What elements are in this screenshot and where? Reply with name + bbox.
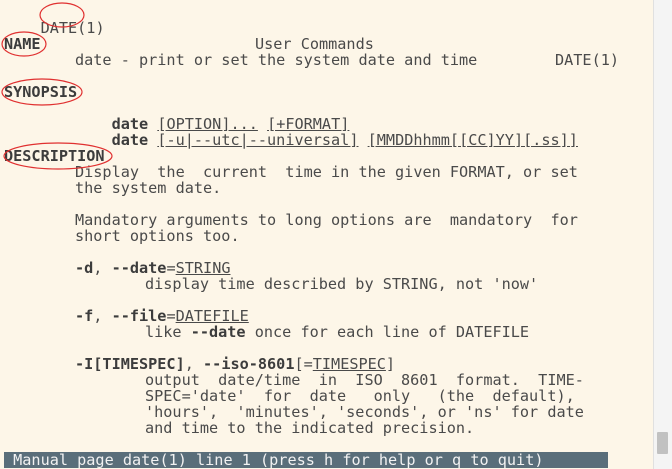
- option-iso-8601: -I[TIMESPEC], --iso-8601[=TIMESPEC]: [75, 356, 395, 372]
- option-description: 'hours', 'minutes', 'seconds', or 'ns' f…: [145, 403, 584, 421]
- option-file: -f, --file=DATEFILE: [75, 308, 249, 324]
- option-separator: ,: [93, 307, 112, 325]
- header-left: DATE(1): [40, 19, 105, 37]
- option-flag: -d: [75, 259, 94, 277]
- synopsis-line-2: date [-u|--utc|--universal] [MMDDhhmm[[C…: [75, 116, 578, 148]
- header-right: DATE(1): [555, 51, 620, 69]
- synopsis-utc-option: [-u|--utc|--universal]: [157, 131, 359, 149]
- name-text: date - print or set the system date and …: [75, 51, 478, 69]
- description-text: Display the current time in the given FO…: [75, 163, 578, 181]
- description-text: Mandatory arguments to long options are …: [75, 211, 578, 229]
- option-description: output date/time in ISO 8601 format. TIM…: [145, 371, 584, 389]
- option-desc-flag: --date: [190, 323, 246, 341]
- synopsis-datetime-arg: [MMDDhhmm[[CC]YY][.ss]]: [367, 131, 578, 149]
- option-description: and time to the indicated precision.: [145, 419, 475, 437]
- option-desc-part: once for each line of DATEFILE: [245, 323, 530, 341]
- description-text: short options too.: [75, 227, 240, 245]
- header-line: DATE(1) User Commands DATE(1): [4, 4, 624, 68]
- description-heading: DESCRIPTION: [4, 147, 105, 165]
- name-heading: NAME: [4, 35, 41, 53]
- option-date: -d, --date=STRING: [75, 260, 231, 276]
- vertical-scrollbar[interactable]: [653, 0, 672, 469]
- option-description: like --date once for each line of DATEFI…: [145, 324, 529, 340]
- option-separator: ,: [93, 259, 112, 277]
- synopsis-cmd: date: [111, 131, 149, 149]
- option-flag: -f: [75, 307, 94, 325]
- man-page-viewer: DATE(1) User Commands DATE(1) NAME date …: [0, 0, 654, 469]
- scrollbar-thumb[interactable]: [657, 432, 668, 454]
- pager-status-bar: Manual page date(1) line 1 (press h for …: [4, 452, 608, 468]
- synopsis-heading: SYNOPSIS: [4, 83, 78, 101]
- option-description: display time described by STRING, not 'n…: [145, 275, 539, 293]
- description-text: the system date.: [75, 179, 222, 197]
- option-desc-part: like: [145, 323, 191, 341]
- synopsis-line-1: date [OPTION]... [+FORMAT]: [75, 100, 350, 132]
- option-description: SPEC='date' for date only (the default),: [145, 387, 575, 405]
- header-center: User Commands: [255, 35, 374, 53]
